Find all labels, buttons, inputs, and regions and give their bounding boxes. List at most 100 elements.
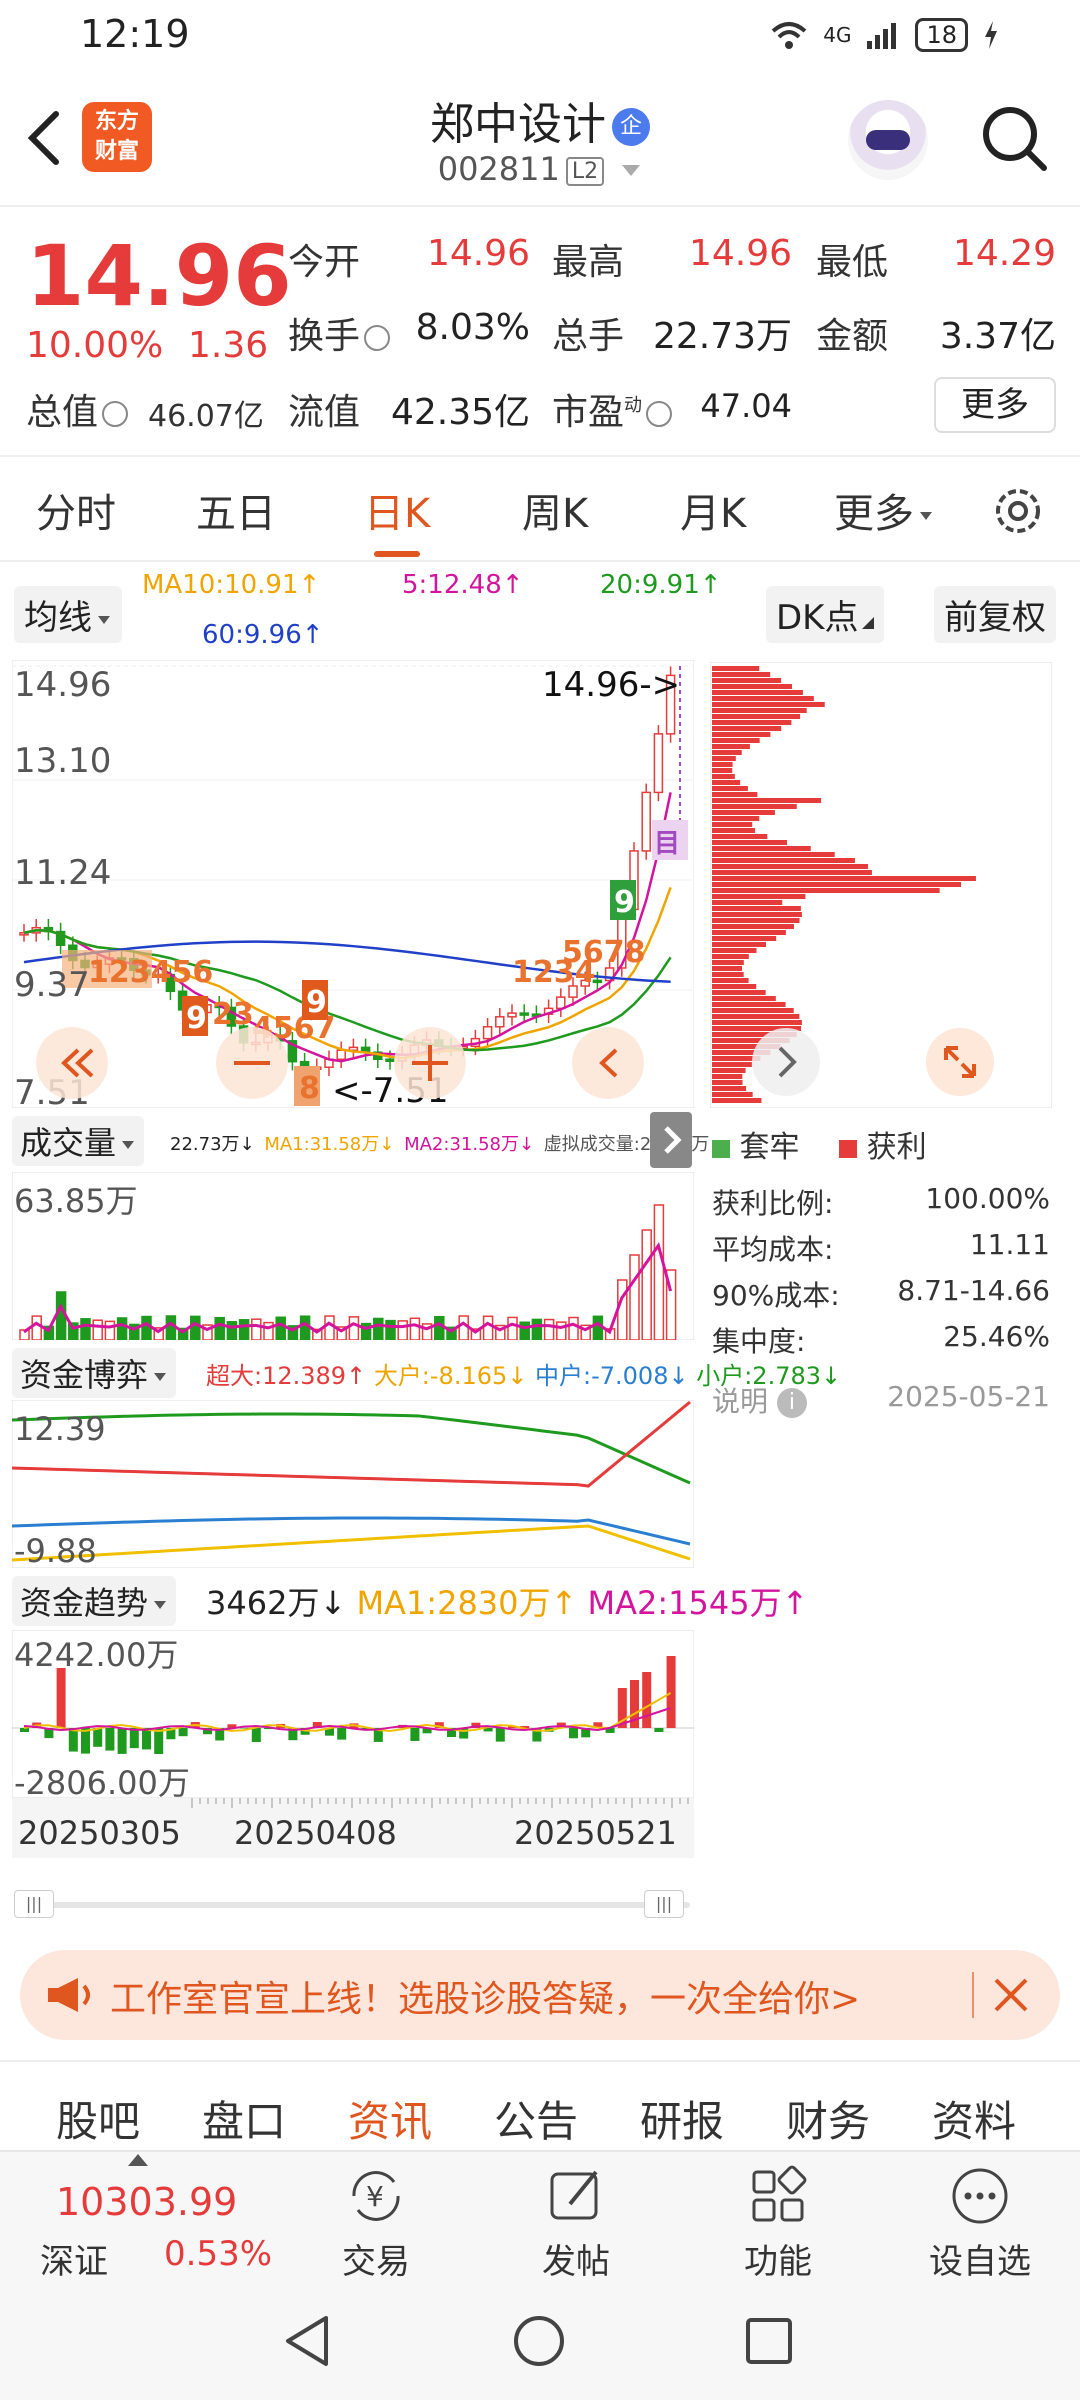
tab-orderbook[interactable]: 盘口 <box>202 2088 286 2149</box>
chip-label: 平均成本: <box>712 1233 834 1266</box>
banner-divider <box>972 1972 974 2018</box>
tab-finance[interactable]: 财务 <box>786 2088 870 2149</box>
nav-home-icon[interactable] <box>512 2314 566 2368</box>
capital-trend-chart: 4242.00万 -2806.00万 <box>12 1630 694 1798</box>
signal-9-a: 9 <box>186 1001 207 1036</box>
tab-weekly-k[interactable]: 周K <box>522 481 588 539</box>
chip-bar <box>712 756 736 761</box>
tab-forum[interactable]: 股吧 <box>56 2088 140 2149</box>
dk-label: DK点 <box>776 598 859 638</box>
nav-recents-icon[interactable] <box>744 2316 794 2366</box>
tab-research[interactable]: 研报 <box>640 2088 724 2149</box>
mktcap-label: 总值 <box>26 383 132 435</box>
chip-value: 8.71-14.66 <box>897 1274 1050 1307</box>
info-icon[interactable] <box>102 401 129 427</box>
tab-daily-k[interactable]: 日K <box>364 481 430 557</box>
chip-note[interactable]: 说明 <box>712 1385 768 1418</box>
chip-bar <box>712 768 733 773</box>
dk-point-button[interactable]: DK点 <box>766 586 885 643</box>
post-button[interactable]: 发帖 <box>506 2164 646 2283</box>
nav-back-icon[interactable] <box>282 2314 332 2368</box>
period-tabs: 分时 五日 日K 周K 月K 更多 <box>0 459 1080 559</box>
chip-bar <box>712 666 760 671</box>
function-button[interactable]: 功能 <box>708 2164 848 2283</box>
chip-bar <box>712 990 766 995</box>
legend-trapped: 套牢 <box>739 1130 800 1165</box>
tab-intraday[interactable]: 分时 <box>36 481 116 539</box>
info-icon[interactable] <box>364 325 391 351</box>
chip-bar <box>712 936 777 941</box>
info-icon[interactable]: i <box>776 1388 807 1418</box>
volume-selector[interactable]: 成交量 <box>12 1116 145 1166</box>
index-value[interactable]: 10303.99 <box>56 2180 237 2224</box>
close-icon[interactable] <box>992 1976 1030 2014</box>
chip-row-profit-ratio: 获利比例: 100.00% <box>712 1182 1050 1222</box>
search-icon[interactable] <box>980 104 1050 174</box>
system-nav-bar <box>0 2280 1080 2400</box>
adjust-button[interactable]: 前复权 <box>934 586 1056 643</box>
edit-icon <box>550 2170 598 2220</box>
volume-bar <box>629 1254 640 1340</box>
capital-game-selector[interactable]: 资金博弈 <box>12 1348 177 1398</box>
tab-more[interactable]: 更多 <box>834 481 934 539</box>
tab-profile[interactable]: 资料 <box>932 2088 1016 2149</box>
index-name: 深证 <box>40 2242 108 2282</box>
scroller-right-handle[interactable]: ||| <box>644 1890 684 1918</box>
turnover-label-text: 换手 <box>288 316 361 357</box>
chip-distribution-chart[interactable] <box>710 662 1052 1108</box>
chip-value: 11.11 <box>969 1228 1050 1261</box>
kline-chart[interactable]: 123456 9 23 4567 9 8 1234 5678 9 目 14.96… <box>12 660 694 1108</box>
volume-bar <box>80 1318 91 1340</box>
volume-bar <box>141 1315 152 1340</box>
low-value: 14.29 <box>952 233 1056 274</box>
volume-bar <box>482 1315 494 1340</box>
chip-bar <box>712 924 794 929</box>
chip-bar <box>712 942 767 947</box>
tab-five-day[interactable]: 五日 <box>196 481 276 539</box>
chip-bar <box>712 714 801 719</box>
add-watchlist-button[interactable]: 设自选 <box>910 2164 1050 2283</box>
capital-trend-selector[interactable]: 资金趋势 <box>12 1576 177 1626</box>
volume-selector-label: 成交量 <box>20 1124 117 1162</box>
battery-icon: 18 <box>915 18 968 52</box>
change-percent: 10.00% <box>26 325 164 366</box>
volume-bar <box>397 1320 408 1340</box>
expand-panel-button[interactable] <box>650 1112 692 1168</box>
ma-selector[interactable]: 均线 <box>14 586 122 643</box>
volume-current: 22.73万↓ <box>170 1134 255 1155</box>
volume-bar <box>165 1315 177 1340</box>
tab-news[interactable]: 资讯 <box>348 2088 432 2149</box>
y-label-4: 9.37 <box>14 965 90 1005</box>
tab-monthly-k[interactable]: 月K <box>680 481 746 539</box>
range-scroller[interactable]: ||| ||| <box>14 1890 690 1918</box>
chip-note-row: 说明 i 2025-05-21 <box>712 1380 1050 1420</box>
scroller-left-handle[interactable]: ||| <box>14 1890 54 1918</box>
info-icon[interactable] <box>646 401 673 427</box>
chip-row-concentration: 集中度: 25.46% <box>712 1320 1050 1360</box>
kline-candle <box>385 1058 395 1063</box>
mid-value: 中户:-7.008↓ <box>535 1362 689 1390</box>
chip-bar <box>712 1086 747 1091</box>
promo-banner[interactable]: 工作室官宣上线！选股诊股答疑，一次全给你> <box>20 1950 1060 2040</box>
volume-max-label: 63.85万 <box>14 1182 138 1220</box>
more-dots-icon <box>952 2168 1008 2224</box>
volume-bar <box>568 1316 579 1340</box>
chevron-down-icon <box>98 615 110 624</box>
trend-bar <box>569 1728 578 1739</box>
profit-swatch <box>839 1139 858 1158</box>
assistant-avatar[interactable] <box>848 100 928 180</box>
gear-icon[interactable] <box>990 483 1046 539</box>
more-button[interactable]: 更多 <box>934 377 1056 433</box>
chip-bar <box>712 900 783 905</box>
tab-announcements[interactable]: 公告 <box>494 2088 578 2149</box>
trend-bar <box>495 1728 505 1742</box>
trend-bar <box>666 1656 676 1728</box>
ma-selector-label: 均线 <box>24 598 92 638</box>
volume-chart: 63.85万 <box>12 1172 694 1340</box>
chip-bar <box>712 816 760 821</box>
trade-button[interactable]: ¥ 交易 <box>306 2164 446 2283</box>
chip-bar <box>712 882 962 887</box>
chip-bar <box>712 1068 746 1073</box>
float-label: 流值 <box>288 392 361 433</box>
post-label: 发帖 <box>542 2242 610 2282</box>
